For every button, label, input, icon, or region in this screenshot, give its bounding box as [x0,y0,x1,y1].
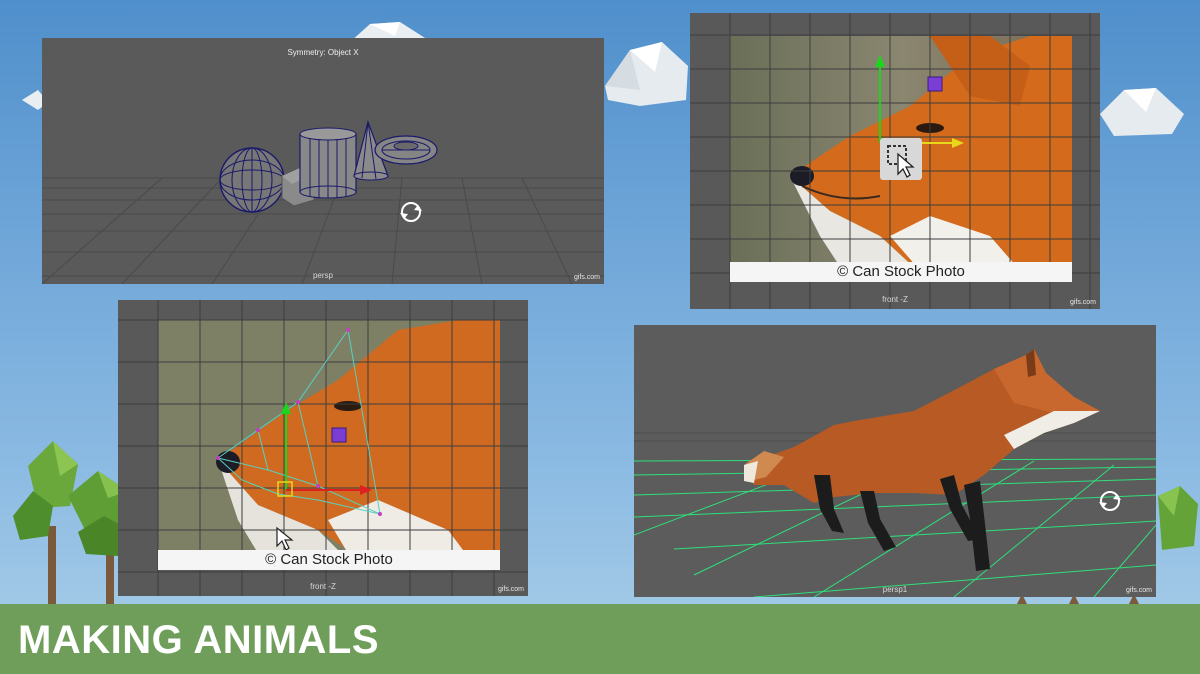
stock-photo-caption: © Can Stock Photo [158,550,500,570]
viewport-panel-fox-mesh[interactable]: © Can Stock Photo front -Z gifs.com [118,300,528,596]
viewport-panel-symmetry[interactable]: Symmetry: Object X persp gifs.com [42,38,604,284]
cylinder-mesh [299,127,357,199]
watermark: gifs.com [573,274,600,281]
watermark: gifs.com [497,586,524,593]
select-tool-icon[interactable] [880,138,922,180]
watermark: gifs.com [1125,587,1152,594]
cloud-middle [605,42,688,106]
rotate-icon[interactable] [398,199,424,225]
stock-photo-caption: © Can Stock Photo [730,262,1072,282]
watermark: gifs.com [1069,299,1096,306]
viewport-panel-fox-model[interactable]: persp1 gifs.com [634,325,1156,597]
torus-mesh [374,135,438,165]
camera-label-front: front -Z [310,582,336,591]
cloud-right [1100,88,1184,136]
primitive-objects[interactable] [42,38,604,284]
viewport-panel-fox-reference[interactable]: © Can Stock Photo front -Z gifs.com [690,13,1100,309]
move-manipulator-icon[interactable] [276,398,416,518]
camera-label-front: front -Z [882,295,908,304]
camera-label-persp1: persp1 [882,585,908,594]
fox-3d-model[interactable] [634,325,1156,597]
cursor-arrow-icon [276,526,294,551]
camera-label-persp: persp [312,271,333,280]
sphere-mesh [219,147,285,213]
slide-title: MAKING ANIMALS [18,618,380,662]
tree-right-edge [1158,486,1198,550]
rotate-icon[interactable] [1096,487,1124,515]
